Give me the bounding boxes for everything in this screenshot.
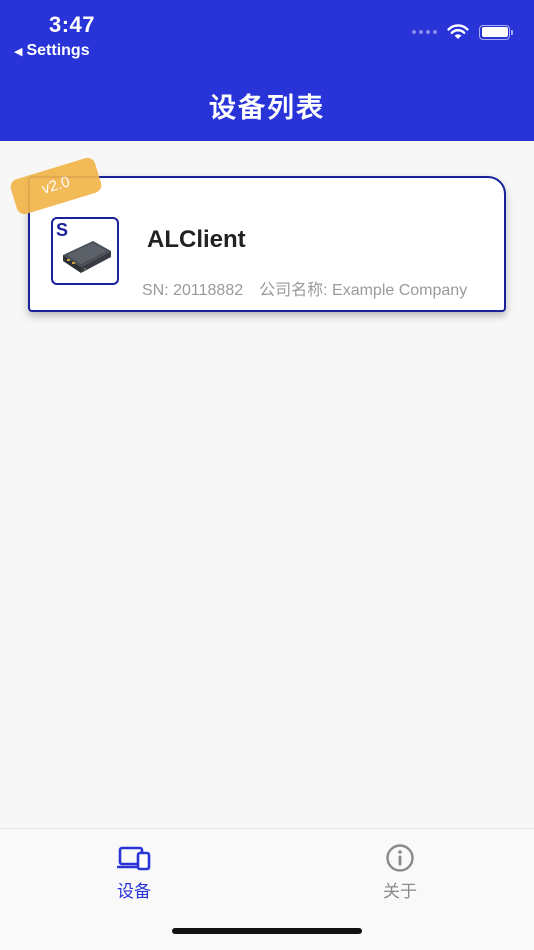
device-card[interactable]: S ALClient SN: 20118882 公司名称: Example Com… — [28, 176, 506, 312]
status-indicators — [412, 24, 513, 40]
back-to-settings-link[interactable]: ◀ Settings — [14, 42, 90, 60]
home-indicator — [172, 928, 362, 934]
info-icon — [386, 844, 414, 872]
wifi-icon — [447, 24, 469, 39]
back-label: Settings — [26, 42, 90, 59]
device-meta: SN: 20118882 公司名称: Example Company — [142, 276, 467, 300]
tab-about-label: 关于 — [383, 882, 417, 901]
device-name: ALClient — [147, 226, 246, 253]
device-thumbnail: S — [51, 217, 119, 285]
page-title: 设备列表 — [209, 93, 325, 123]
tab-devices-label: 设备 — [117, 882, 151, 901]
battery-icon — [479, 24, 513, 40]
device-company: 公司名称: Example Company — [259, 282, 468, 299]
back-triangle-icon: ◀ — [14, 45, 23, 58]
tab-about[interactable]: 关于 — [340, 843, 460, 902]
status-time: 3:47 — [49, 12, 96, 37]
tab-devices[interactable]: 设备 — [74, 843, 194, 902]
device-box-icon — [63, 241, 111, 273]
devices-icon — [117, 846, 151, 871]
cellular-signal-icon — [412, 30, 437, 34]
navigation-header: 3:47 ◀ Settings 设备列表 — [0, 0, 534, 141]
device-sn: SN: 20118882 — [142, 282, 244, 299]
